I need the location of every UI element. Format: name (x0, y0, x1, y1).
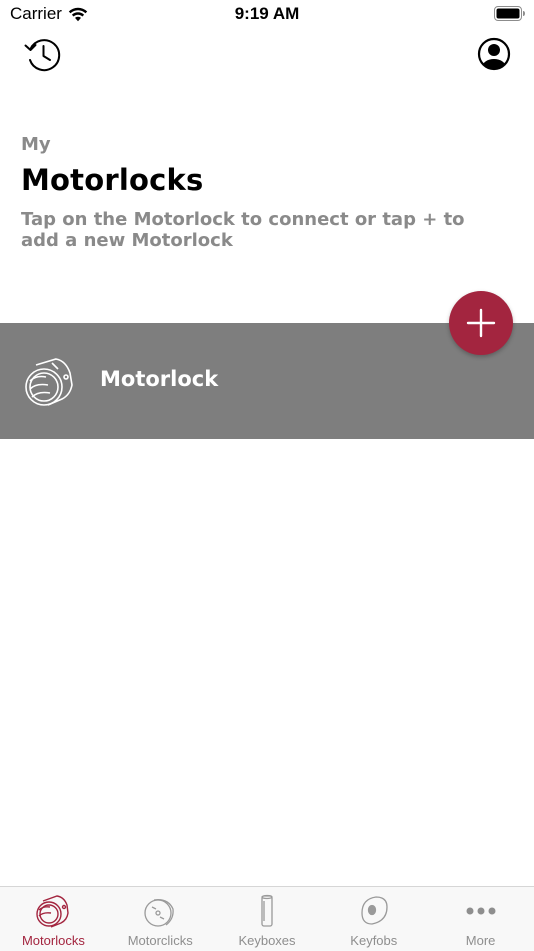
status-bar: Carrier 9:19 AM (0, 0, 534, 28)
add-motorlock-button[interactable] (449, 291, 513, 355)
nav-bar (0, 30, 534, 78)
more-icon (466, 907, 496, 915)
device-label: Motorlock (100, 367, 219, 391)
tab-keyfobs[interactable]: Keyfobs (320, 887, 427, 951)
tab-label: Keyboxes (238, 933, 296, 948)
tab-keyboxes[interactable]: Keyboxes (214, 887, 321, 951)
tab-label: Motorlocks (21, 933, 85, 948)
history-button[interactable] (22, 34, 64, 76)
keybox-tab-icon (261, 894, 273, 927)
tab-bar: Motorlocks Motorclicks Keyboxes Keyfobs … (0, 886, 534, 951)
user-icon (477, 37, 511, 71)
tab-label: More (465, 933, 496, 948)
motorclick-tab-icon (144, 899, 174, 927)
keyfob-tab-icon (361, 896, 388, 925)
tab-motorclicks[interactable]: Motorclicks (107, 887, 214, 951)
tab-more[interactable]: More (427, 887, 534, 951)
tab-label: Keyfobs (350, 933, 398, 948)
motorlock-icon (25, 358, 73, 406)
history-icon (24, 39, 61, 72)
tab-motorlocks[interactable]: Motorlocks (0, 887, 107, 951)
motorlock-tab-icon (36, 895, 70, 928)
page-title: Motorlocks (21, 163, 204, 197)
page-header: My Motorlocks Tap on the Motorlock to co… (21, 134, 511, 251)
battery-icon (494, 6, 525, 21)
page-subtitle: Tap on the Motorlock to connect or tap +… (21, 209, 465, 251)
tab-label: Motorclicks (127, 933, 193, 948)
profile-button[interactable] (476, 36, 512, 72)
page-eyebrow: My (21, 134, 51, 155)
status-time: 9:19 AM (234, 4, 300, 23)
plus-icon (466, 308, 496, 338)
